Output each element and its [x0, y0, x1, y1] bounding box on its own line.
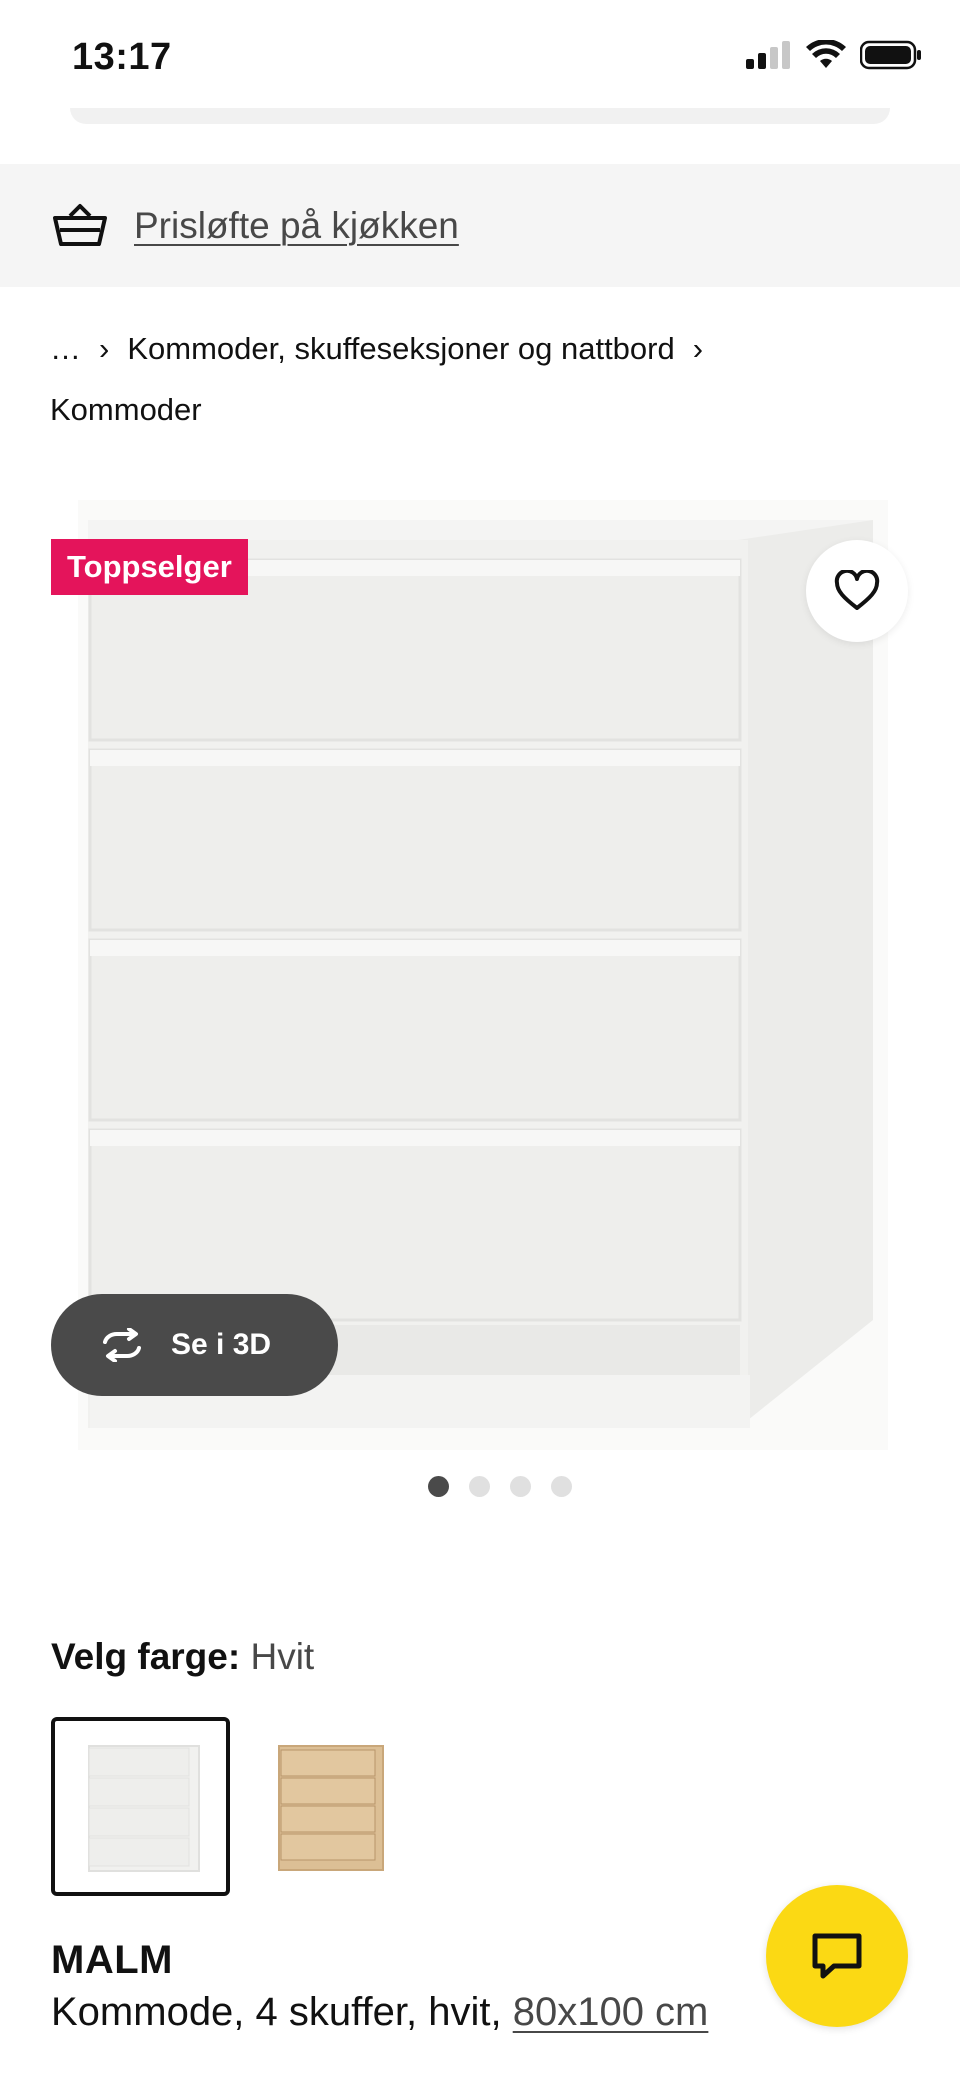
- product-name: MALM: [51, 1938, 173, 1982]
- favorite-button[interactable]: [806, 540, 908, 642]
- breadcrumb-item-category[interactable]: Kommoder, skuffeseksjoner og nattbord: [127, 318, 674, 379]
- battery-icon: [860, 40, 921, 70]
- product-description: Kommode, 4 skuffer, hvit, 80x100 cm: [51, 1990, 708, 2035]
- search-bar-edge: [70, 108, 890, 124]
- breadcrumb: … › Kommoder, skuffeseksjoner og nattbord ›…: [50, 318, 910, 440]
- pagination-dot[interactable]: [551, 1476, 572, 1497]
- heart-icon: [834, 570, 880, 610]
- pagination-dot[interactable]: [428, 1476, 449, 1497]
- breadcrumb-item-current: Kommoder: [50, 392, 202, 427]
- basket-icon: [53, 203, 107, 246]
- rotate-icon: [103, 1328, 141, 1362]
- breadcrumb-ellipsis[interactable]: …: [50, 318, 81, 379]
- swatch-white-thumbnail: [87, 1744, 200, 1872]
- status-icons: [746, 40, 922, 70]
- breadcrumb-separator: ›: [99, 331, 110, 366]
- swatch-oak-thumbnail: [277, 1744, 384, 1871]
- color-label-heading: Velg farge:: [51, 1636, 241, 1677]
- status-time: 13:17: [72, 36, 172, 78]
- color-picker-label: Velg farge: Hvit: [51, 1636, 314, 1678]
- chat-bubble-icon: [812, 1933, 862, 1979]
- color-swatch-white[interactable]: [51, 1717, 230, 1896]
- breadcrumb-separator: ›: [692, 331, 704, 366]
- color-swatch-oak[interactable]: [240, 1717, 419, 1896]
- cellular-signal-icon: [746, 41, 790, 69]
- selected-color-value: Hvit: [250, 1636, 315, 1677]
- promo-link[interactable]: Prisløfte på kjøkken: [134, 205, 459, 247]
- topseller-badge: Toppselger: [51, 539, 248, 595]
- wifi-icon: [806, 40, 846, 68]
- product-size-link[interactable]: 80x100 cm: [513, 1990, 709, 2034]
- status-bar: 13:17: [0, 0, 960, 115]
- product-description-text: Kommode, 4 skuffer, hvit,: [51, 1990, 513, 2034]
- pagination-dot[interactable]: [469, 1476, 490, 1497]
- promo-banner[interactable]: Prisløfte på kjøkken: [0, 164, 960, 287]
- view-3d-button[interactable]: Se i 3D: [51, 1294, 338, 1396]
- view-3d-label: Se i 3D: [171, 1328, 272, 1361]
- gallery-pagination: [0, 1476, 960, 1497]
- pagination-dot[interactable]: [510, 1476, 531, 1497]
- chat-button[interactable]: [766, 1885, 908, 2027]
